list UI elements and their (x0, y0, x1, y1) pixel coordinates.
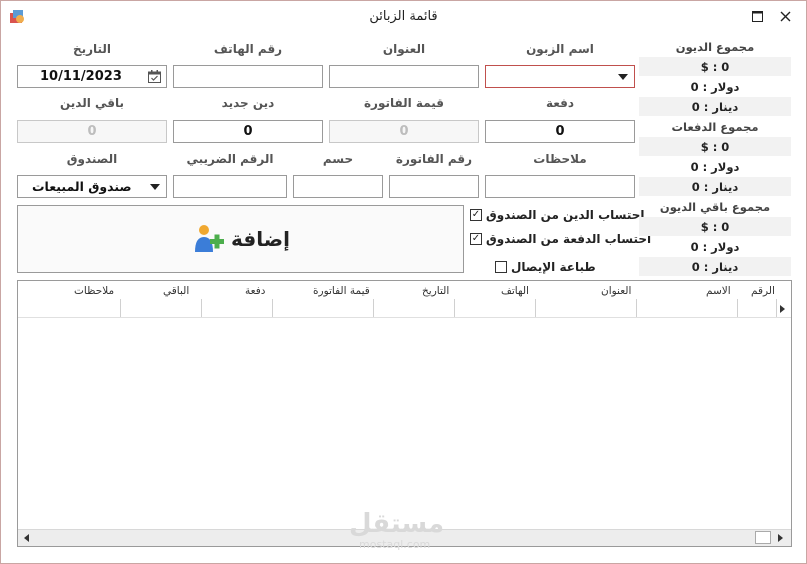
remaining-debt-field: 0 (17, 120, 167, 143)
payment-from-cashbox-label: احتساب الدفعة من الصندوق (486, 232, 652, 246)
customer-name-combo[interactable] (485, 65, 635, 88)
remaining-usd: $ : 0 (700, 220, 730, 234)
checkbox-unchecked-icon (495, 261, 507, 273)
watermark-logo: مستقل (349, 509, 445, 539)
scroll-right-icon[interactable] (778, 534, 783, 542)
maximize-button[interactable] (745, 5, 769, 27)
chevron-down-icon (618, 74, 628, 80)
tax-number-input[interactable] (173, 175, 287, 198)
column-separator[interactable] (454, 299, 455, 317)
scrollbar-thumb[interactable] (755, 531, 771, 544)
column-header-name[interactable]: الاسم (706, 285, 731, 297)
debts-dollar: دولار : 0 (690, 80, 740, 94)
customer-name-label: اسم الزبون (526, 42, 594, 56)
customers-table[interactable]: الرقم الاسم العنوان الهاتف التاريخ قيمة … (17, 280, 792, 547)
column-separator[interactable] (373, 299, 374, 317)
column-separator[interactable] (272, 299, 273, 317)
column-header-phone[interactable]: الهاتف (501, 285, 529, 297)
close-button[interactable] (773, 5, 797, 27)
debts-usd: $ : 0 (700, 60, 730, 74)
column-separator[interactable] (535, 299, 536, 317)
column-separator[interactable] (636, 299, 637, 317)
debt-from-cashbox-checkbox[interactable]: ✓ احتساب الدين من الصندوق (470, 208, 645, 222)
close-icon (780, 11, 790, 21)
column-header-invoice-value[interactable]: قيمة الفاتورة (313, 285, 370, 297)
notes-label: ملاحظات (533, 152, 587, 166)
payments-dinar: دينار : 0 (691, 180, 739, 194)
title-bar: قائمة الزبائن (1, 1, 806, 33)
add-user-icon (195, 225, 225, 252)
column-header-notes[interactable]: ملاحظات (74, 285, 114, 297)
maximize-icon (751, 10, 763, 22)
address-input[interactable] (329, 65, 479, 88)
discount-label: حسم (322, 152, 354, 166)
row-header-arrow-icon (780, 305, 785, 313)
summary-panel: مجموع الديون $ : 0 دولار : 0 دينار : 0 م… (639, 37, 791, 277)
column-separator[interactable] (201, 299, 202, 317)
address-label: العنوان (382, 42, 426, 56)
chevron-down-icon (150, 184, 160, 190)
remaining-debt-label: باقي الدين (59, 96, 125, 110)
watermark-url: mostaql.com (359, 538, 431, 551)
print-receipt-checkbox[interactable]: طباعة الإيصال (495, 260, 596, 274)
payment-input[interactable]: 0 (485, 120, 635, 143)
column-separator[interactable] (776, 299, 777, 317)
phone-label: رقم الهاتف (213, 42, 283, 56)
column-header-date[interactable]: التاريخ (422, 285, 449, 297)
column-header-address[interactable]: العنوان (601, 285, 631, 297)
phone-input[interactable] (173, 65, 323, 88)
cashbox-combo[interactable]: صندوق المبيعات (17, 175, 167, 198)
remaining-dollar: دولار : 0 (690, 240, 740, 254)
remaining-dinar: دينار : 0 (691, 260, 739, 274)
invoice-value-field: 0 (329, 120, 479, 143)
new-debt-input[interactable]: 0 (173, 120, 323, 143)
debts-dinar: دينار : 0 (691, 100, 739, 114)
column-separator[interactable] (120, 299, 121, 317)
payment-label: دفعة (545, 96, 575, 110)
calendar-icon[interactable] (148, 70, 161, 83)
date-value: 10/11/2023 (40, 69, 122, 84)
discount-input[interactable] (293, 175, 383, 198)
cashbox-label: الصندوق (66, 152, 118, 166)
add-button-label: إضافة (231, 227, 290, 251)
customers-window: قائمة الزبائن التاريخ رقم الهاتف العنوان… (0, 0, 807, 564)
column-separator[interactable] (737, 299, 738, 317)
invoice-number-input[interactable] (389, 175, 479, 198)
cashbox-value: صندوق المبيعات (32, 179, 132, 194)
add-button[interactable]: إضافة (17, 205, 464, 273)
window-title: قائمة الزبائن (369, 9, 438, 24)
debts-total-title: مجموع الديون (675, 40, 755, 54)
scroll-left-icon[interactable] (24, 534, 29, 542)
remaining-total-title: مجموع باقي الديون (659, 200, 771, 214)
checkbox-checked-icon: ✓ (470, 233, 482, 245)
invoice-value-label: قيمة الفاتورة (363, 96, 445, 110)
invoice-number-label: رقم الفاتورة (395, 152, 473, 166)
column-header-payment[interactable]: دفعة (245, 285, 265, 297)
column-header-remaining[interactable]: الباقي (163, 285, 189, 297)
print-receipt-label: طباعة الإيصال (511, 260, 596, 274)
tax-number-label: الرقم الضريبي (186, 152, 274, 166)
header-divider (18, 317, 791, 318)
payments-dollar: دولار : 0 (690, 160, 740, 174)
notes-input[interactable] (485, 175, 635, 198)
payments-total-title: مجموع الدفعات (671, 120, 759, 134)
column-header-number[interactable]: الرقم (751, 285, 775, 297)
date-label: التاريخ (72, 42, 112, 56)
debt-from-cashbox-label: احتساب الدين من الصندوق (486, 208, 645, 222)
date-picker[interactable]: 10/11/2023 (17, 65, 167, 88)
checkbox-checked-icon: ✓ (470, 209, 482, 221)
payments-usd: $ : 0 (700, 140, 730, 154)
new-debt-label: دين جديد (221, 96, 275, 110)
payment-from-cashbox-checkbox[interactable]: ✓ احتساب الدفعة من الصندوق (470, 232, 651, 246)
